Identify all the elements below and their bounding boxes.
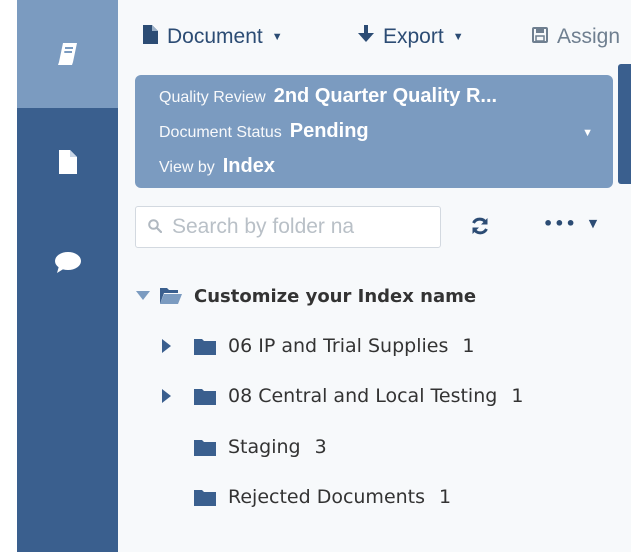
book-icon (57, 42, 79, 66)
chat-bubble-icon (54, 252, 81, 274)
quality-review-row: Quality Review 2nd Quarter Quality R... (159, 85, 599, 108)
rail-item-comments[interactable] (17, 216, 118, 324)
chevron-down-icon: ▼ (588, 217, 599, 230)
folder-search-input[interactable] (172, 215, 412, 239)
document-panel: Document ▼ Export ▼ Assign Quality Revie… (118, 0, 631, 552)
save-icon (532, 25, 557, 49)
tree-item-count: 3 (314, 436, 327, 458)
tree-root-label: Customize your Index name (194, 285, 477, 307)
folder-icon (194, 338, 216, 355)
rail-item-book[interactable] (17, 0, 118, 108)
caret-down-icon[interactable] (136, 291, 150, 301)
scrollbar-thumb[interactable] (618, 64, 631, 184)
tree-item[interactable]: Rejected Documents 1 (194, 482, 451, 512)
toolbar: Document ▼ Export ▼ Assign (118, 0, 631, 72)
tree-item-count: 1 (439, 486, 452, 508)
tree-root[interactable]: Customize your Index name (136, 281, 476, 311)
view-by-row: View by Index (159, 155, 275, 178)
quality-review-label: Quality Review (159, 89, 266, 106)
tree-item-count: 1 (462, 335, 475, 357)
tree-item-label: 06 IP and Trial Supplies (228, 335, 449, 357)
chevron-down-icon: ▼ (271, 31, 283, 43)
ellipsis-icon: ••• (543, 214, 577, 233)
chevron-down-icon[interactable]: ▼ (582, 127, 593, 139)
tree-item-label: Staging (228, 436, 301, 458)
export-menu-button[interactable]: Export ▼ (358, 22, 464, 52)
file-icon (143, 24, 167, 50)
tree-item[interactable]: Staging 3 (194, 432, 327, 462)
tree-item-count: 1 (511, 385, 524, 407)
document-status-label: Document Status (159, 124, 282, 141)
chevron-down-icon: ▼ (452, 31, 464, 43)
tree-item[interactable]: 08 Central and Local Testing 1 (162, 381, 523, 411)
document-status-value: Pending (289, 120, 369, 142)
quality-review-value: 2nd Quarter Quality R... (273, 85, 498, 107)
folder-icon (194, 388, 216, 405)
view-by-value: Index (222, 155, 275, 177)
refresh-icon (470, 217, 490, 240)
assign-button[interactable]: Assign (532, 22, 620, 52)
document-menu-button[interactable]: Document ▼ (143, 22, 283, 52)
view-by-label: View by (159, 159, 215, 176)
document-menu-label: Document (167, 25, 263, 48)
download-arrow-icon (358, 25, 383, 49)
tree-item-label: Rejected Documents (228, 486, 426, 508)
folder-icon (194, 439, 216, 456)
folder-search-box (135, 206, 441, 248)
export-menu-label: Export (383, 25, 444, 48)
assign-label: Assign (557, 25, 621, 48)
tree-item-label: 08 Central and Local Testing (228, 385, 498, 407)
caret-right-icon[interactable] (162, 389, 176, 403)
more-options-button[interactable]: ••• ▼ (543, 214, 598, 233)
review-info-card[interactable]: Quality Review 2nd Quarter Quality R... … (135, 75, 613, 188)
document-icon (58, 150, 77, 174)
caret-right-icon[interactable] (162, 339, 176, 353)
left-nav-rail (17, 0, 118, 552)
folder-open-icon (160, 287, 182, 305)
tree-item[interactable]: 06 IP and Trial Supplies 1 (162, 331, 474, 361)
document-status-row: Document Status Pending (159, 120, 369, 143)
search-icon (136, 218, 172, 237)
refresh-button[interactable] (470, 216, 490, 240)
rail-item-documents[interactable] (17, 108, 118, 216)
folder-icon (194, 489, 216, 506)
